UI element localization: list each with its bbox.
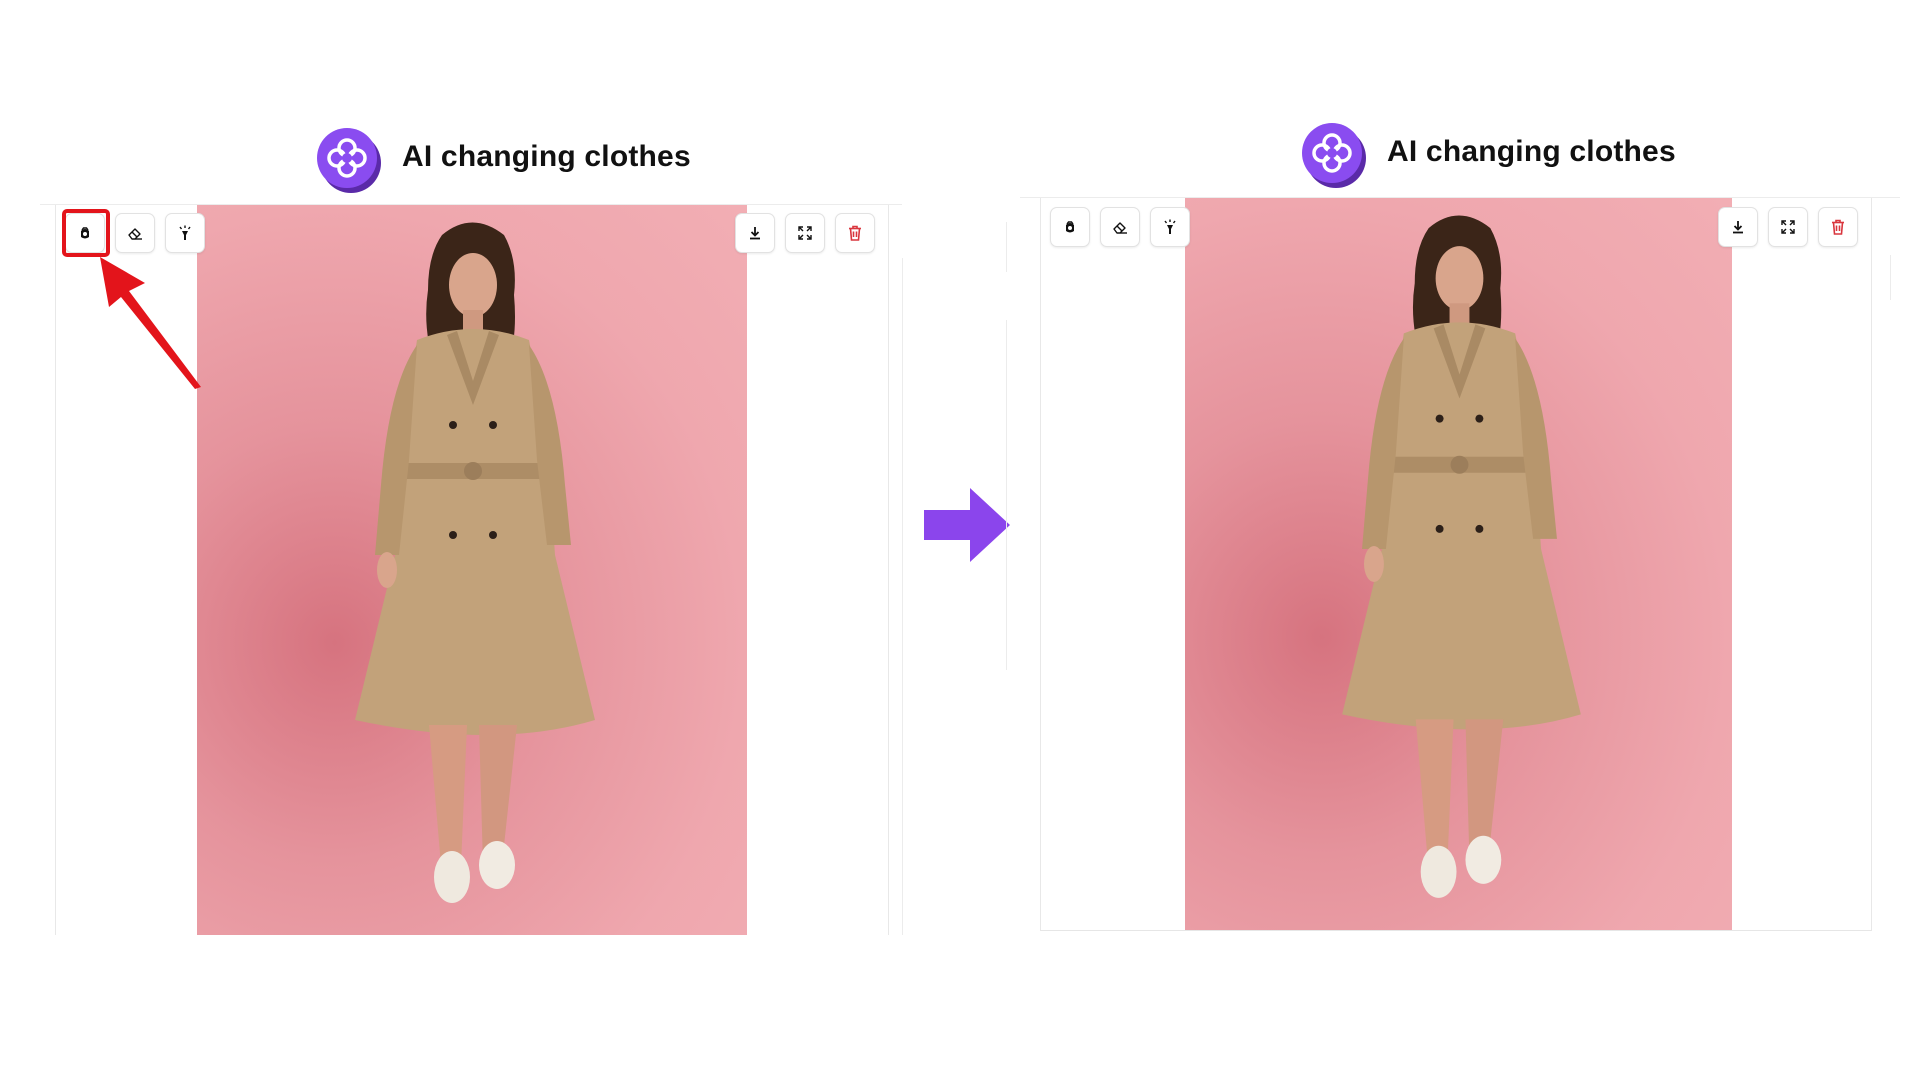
app-header: AI changing clothes xyxy=(1010,115,1920,195)
app-logo-icon xyxy=(313,124,383,194)
download-button[interactable] xyxy=(1718,207,1758,247)
app-title: AI changing clothes xyxy=(1387,135,1676,168)
panel-before: AI changing clothes xyxy=(0,0,910,1080)
eraser-icon xyxy=(126,224,144,242)
download-icon xyxy=(1729,218,1747,236)
app-logo-icon xyxy=(1298,119,1368,189)
highlight-box xyxy=(62,209,110,257)
fullscreen-icon xyxy=(796,224,814,242)
eraser-icon xyxy=(1111,218,1129,236)
app-header: AI changing clothes xyxy=(0,120,910,200)
download-button[interactable] xyxy=(735,213,775,253)
delete-button[interactable] xyxy=(1818,207,1858,247)
eraser-button[interactable] xyxy=(115,213,155,253)
eraser-button[interactable] xyxy=(1100,207,1140,247)
panel-after: AI changing clothes xyxy=(1006,0,1920,1080)
trash-icon xyxy=(846,224,864,242)
toolbar-right xyxy=(735,213,875,253)
model-photo xyxy=(1185,198,1732,930)
download-icon xyxy=(746,224,764,242)
magic-wand-icon xyxy=(1161,218,1179,236)
app-title: AI changing clothes xyxy=(402,140,691,173)
pointer-arrow-icon xyxy=(95,255,205,390)
clothes-swap-button[interactable] xyxy=(1050,207,1090,247)
clothes-swap-icon xyxy=(1061,218,1079,236)
fullscreen-button[interactable] xyxy=(1768,207,1808,247)
arrow-right-icon xyxy=(924,488,1010,562)
fullscreen-icon xyxy=(1779,218,1797,236)
delete-button[interactable] xyxy=(835,213,875,253)
magic-wand-icon xyxy=(176,224,194,242)
divider xyxy=(1006,320,1007,670)
toolbar-left xyxy=(1050,207,1190,247)
fullscreen-button[interactable] xyxy=(785,213,825,253)
magic-wand-button[interactable] xyxy=(165,213,205,253)
divider xyxy=(902,258,903,935)
model-photo xyxy=(197,205,747,935)
trash-icon xyxy=(1829,218,1847,236)
magic-wand-button[interactable] xyxy=(1150,207,1190,247)
divider xyxy=(1890,255,1891,300)
divider xyxy=(1006,222,1007,272)
toolbar-right xyxy=(1718,207,1858,247)
